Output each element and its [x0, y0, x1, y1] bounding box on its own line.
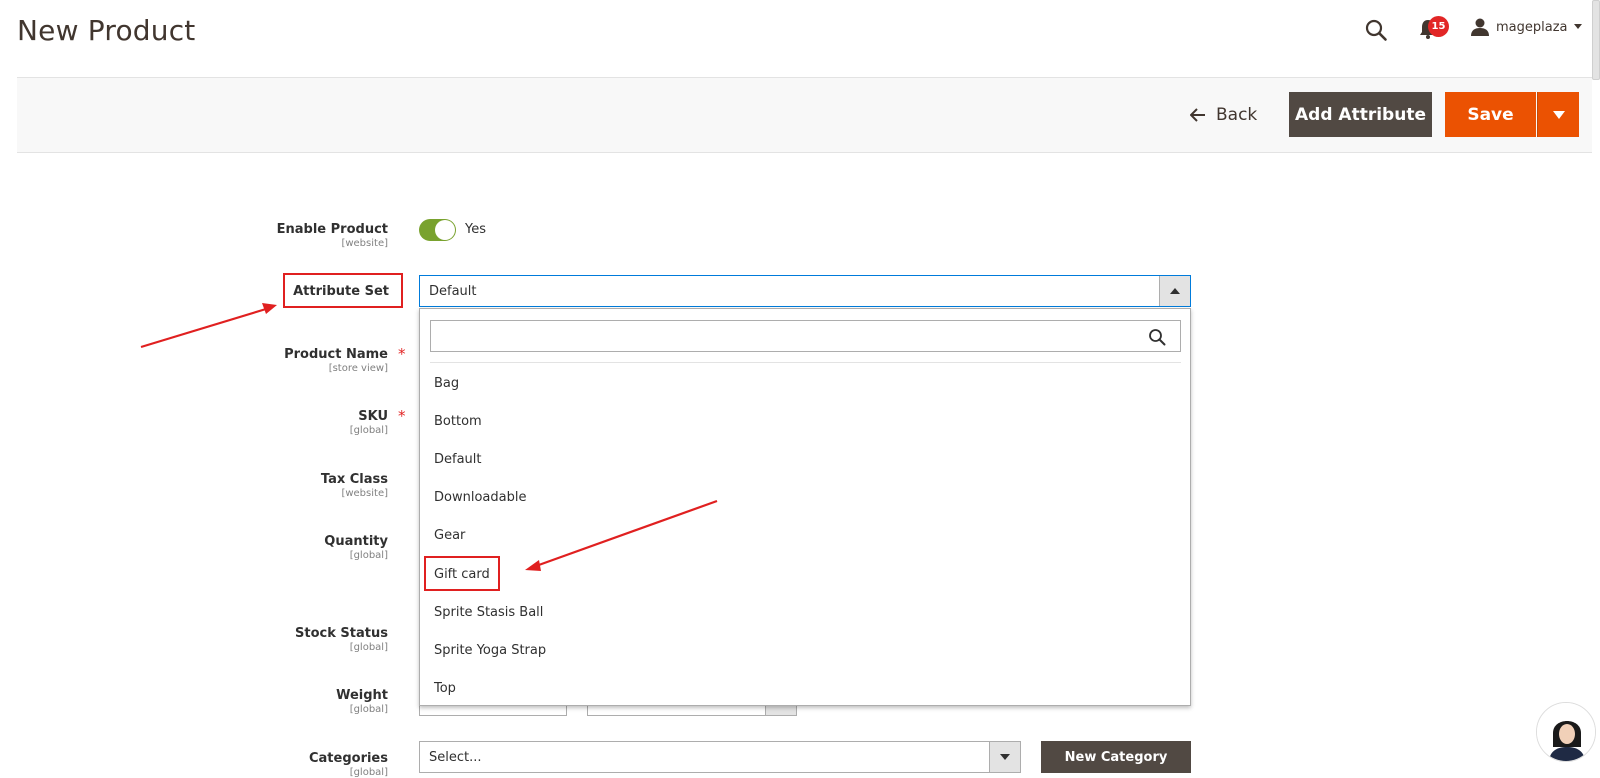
- dropdown-option[interactable]: Downloadable: [434, 490, 526, 505]
- person-avatar-icon: [1537, 703, 1595, 761]
- dropdown-divider: [430, 362, 1181, 363]
- enable-product-value: Yes: [465, 222, 486, 237]
- username: mageplaza: [1496, 19, 1568, 35]
- attribute-set-dropdown: Bag Bottom Default Downloadable Gear Gif…: [419, 308, 1191, 706]
- chevron-down-icon: [1573, 24, 1582, 29]
- back-button[interactable]: Back: [1190, 99, 1257, 131]
- dropdown-option[interactable]: Sprite Stasis Ball: [434, 605, 543, 620]
- weight-label: Weight [global]: [336, 688, 388, 715]
- categories-select[interactable]: Select...: [419, 741, 1021, 773]
- dropdown-option[interactable]: Top: [434, 681, 456, 696]
- caret-up-icon: [1159, 276, 1190, 306]
- support-avatar[interactable]: [1536, 702, 1596, 762]
- required-marker: *: [398, 345, 406, 363]
- search-icon[interactable]: [1364, 18, 1388, 42]
- user-icon: [1471, 18, 1489, 36]
- back-button-label: Back: [1216, 105, 1258, 125]
- scrollbar[interactable]: [1590, 0, 1600, 80]
- required-marker: *: [398, 407, 406, 425]
- annotation-box-attribute-set: [283, 273, 403, 308]
- enable-product-toggle[interactable]: [419, 219, 456, 241]
- save-button[interactable]: Save: [1445, 92, 1536, 137]
- caret-down-icon: [989, 742, 1020, 772]
- dropdown-option[interactable]: Default: [434, 452, 482, 467]
- new-category-button[interactable]: New Category: [1041, 741, 1191, 773]
- save-options-toggle[interactable]: [1537, 92, 1579, 137]
- categories-placeholder: Select...: [429, 750, 482, 765]
- dropdown-option[interactable]: Bag: [434, 376, 459, 391]
- annotation-box-gift-card: [424, 556, 500, 591]
- user-menu[interactable]: mageplaza: [1470, 17, 1582, 37]
- stock-status-label: Stock Status [global]: [295, 626, 388, 653]
- dropdown-option[interactable]: Gear: [434, 528, 465, 543]
- dropdown-option[interactable]: Bottom: [434, 414, 482, 429]
- sku-label: SKU [global]: [349, 409, 388, 436]
- caret-down-icon: [1552, 110, 1565, 119]
- categories-label: Categories [global]: [308, 751, 388, 778]
- dropdown-search-input[interactable]: [430, 320, 1181, 352]
- notification-badge: 15: [1428, 16, 1449, 37]
- attribute-set-select[interactable]: Default: [419, 275, 1191, 307]
- dropdown-option[interactable]: Sprite Yoga Strap: [434, 643, 546, 658]
- page-title: New Product: [17, 14, 196, 47]
- search-icon: [1149, 329, 1166, 346]
- tax-class-label: Tax Class [website]: [320, 472, 388, 499]
- arrow-left-icon: [1190, 108, 1205, 122]
- add-attribute-button[interactable]: Add Attribute: [1289, 92, 1432, 137]
- enable-product-label: Enable Product [website]: [276, 222, 388, 249]
- quantity-label: Quantity [global]: [324, 534, 388, 561]
- product-name-label: Product Name [store view]: [284, 347, 388, 374]
- attribute-set-value: Default: [429, 284, 477, 299]
